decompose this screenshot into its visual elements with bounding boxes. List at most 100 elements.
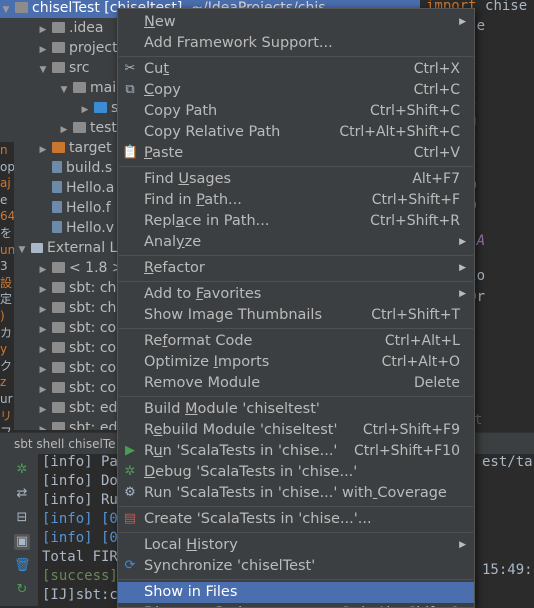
menu-item-new[interactable]: New ▶ — [118, 12, 474, 33]
gutter-glyph: z — [0, 375, 7, 390]
menu-item-find-usages[interactable]: Find Usages Alt+F7 — [118, 169, 474, 190]
menu-separator — [119, 166, 473, 167]
gutter-glyph: op — [0, 159, 14, 174]
chevron-right-icon[interactable]: ▶ — [37, 140, 49, 160]
chevron-down-icon[interactable]: ▼ — [0, 0, 12, 20]
console-line: [info] [0 — [42, 530, 118, 546]
menu-item-label: Add to Favorites — [144, 286, 262, 302]
menu-item-copy-relative-path[interactable]: Copy Relative Path Ctrl+Alt+Shift+C — [118, 122, 474, 143]
tree-item[interactable]: ▶ project — [37, 38, 118, 58]
chevron-down-icon[interactable]: ▼ — [58, 80, 70, 100]
tree-item[interactable]: ▼ External L — [16, 238, 118, 260]
tree-item[interactable]: ▶ sbt: co — [37, 378, 117, 400]
chevron-right-icon[interactable]: ▶ — [37, 420, 49, 430]
menu-separator — [119, 396, 473, 397]
menu-item-local-history[interactable]: Local History ▶ — [118, 535, 474, 556]
menu-item-optimize-imports[interactable]: Optimize Imports Ctrl+Alt+O — [118, 352, 474, 373]
gutter-glyph: e — [0, 192, 8, 207]
chevron-right-icon[interactable]: ▶ — [37, 340, 49, 360]
menu-item-copy[interactable]: ⧉ Copy Ctrl+C — [118, 80, 474, 101]
menu-item-shortcut: Ctrl+Shift+R — [370, 213, 460, 229]
tree-item-label: < 1.8 > — [69, 260, 124, 276]
menu-item-show-in-files[interactable]: Show in Files — [118, 582, 474, 603]
gutter-glyph: un — [0, 242, 14, 257]
tree-item[interactable]: ▶ test — [58, 118, 117, 138]
chevron-down-icon[interactable]: ▼ — [16, 240, 28, 260]
tree-item[interactable]: ▶ s — [79, 98, 119, 120]
tree-item[interactable]: ▼ src — [37, 58, 90, 80]
gutter-glyph: 定 — [0, 292, 13, 307]
chevron-right-icon[interactable]: ▶ — [79, 100, 91, 120]
console-toggle-icon[interactable]: ▣ — [14, 534, 30, 550]
menu-item-reformat-code[interactable]: Reformat Code Ctrl+Alt+L — [118, 331, 474, 352]
tree-item[interactable]: build.s — [37, 158, 112, 178]
tree-item-label: test — [90, 120, 117, 136]
menu-item-shortcut: Ctrl+Shift+T — [371, 307, 460, 323]
chevron-right-icon[interactable]: ▶ — [37, 20, 49, 40]
menu-item-add-to-favorites[interactable]: Add to Favorites ▶ — [118, 284, 474, 305]
tree-item[interactable]: ▶ target — [37, 138, 112, 158]
library-icon — [31, 243, 43, 253]
chevron-down-icon[interactable]: ▼ — [37, 60, 49, 80]
tree-item[interactable]: ▶ sbt: co — [37, 318, 117, 340]
sbt-shell-tab[interactable]: chiselTe — [68, 437, 115, 451]
tree-item[interactable]: ▶ < 1.8 > — [37, 258, 124, 278]
menu-item-label: Reformat Code — [144, 333, 253, 349]
tree-item[interactable]: ▶ sbt: co — [37, 358, 117, 380]
refresh-icon[interactable]: ⇄ — [14, 486, 30, 502]
gutter-glyph: 3 — [0, 259, 8, 274]
menu-item-analyze[interactable]: Analyze ▶ — [118, 232, 474, 253]
tree-item[interactable]: Hello.a — [37, 178, 114, 198]
restart-icon[interactable]: ↻ — [14, 582, 30, 598]
menu-item-refactor[interactable]: Refactor ▶ — [118, 258, 474, 279]
menu-item-create-scalatests-in-chise[interactable]: ▤ Create 'ScalaTests in 'chise...'... — [118, 509, 474, 530]
tree-item[interactable]: ▶ sbt: ed — [37, 398, 118, 420]
folder-icon — [52, 342, 65, 353]
chevron-right-icon[interactable]: ▶ — [37, 300, 49, 320]
submenu-arrow-icon: ▶ — [459, 237, 466, 247]
tree-item[interactable]: ▼ main — [58, 78, 125, 98]
menu-item-run-scalatests-in-chise[interactable]: ▶ Run 'ScalaTests in 'chise...' Ctrl+Shift… — [118, 441, 474, 462]
menu-item-rebuild-module-chiseltest[interactable]: Rebuild Module 'chiseltest' Ctrl+Shift+F9 — [118, 420, 474, 441]
menu-item-label: Optimize Imports — [144, 354, 270, 370]
gutter-glyph: ク — [0, 358, 13, 373]
tree-item[interactable]: ▶ sbt: ch — [37, 278, 117, 300]
tree-item[interactable]: Hello.v — [37, 218, 114, 238]
menu-item-show-image-thumbnails[interactable]: Show Image Thumbnails Ctrl+Shift+T — [118, 305, 474, 326]
tree-item[interactable]: ▶ .idea — [37, 18, 104, 40]
layout-icon[interactable]: ⊟ — [14, 510, 30, 526]
console-line: [info] [0 — [42, 511, 118, 527]
chevron-right-icon[interactable]: ▶ — [58, 120, 70, 140]
chevron-right-icon[interactable]: ▶ — [37, 320, 49, 340]
file-icon — [52, 161, 62, 173]
debug-icon[interactable]: ✲ — [14, 462, 30, 478]
menu-item-build-module-chiseltest[interactable]: Build Module 'chiseltest' — [118, 399, 474, 420]
chevron-right-icon[interactable]: ▶ — [37, 280, 49, 300]
menu-item-label: Debug 'ScalaTests in 'chise...' — [144, 464, 358, 480]
tree-item[interactable]: ▶ sbt: ed — [37, 418, 117, 430]
tree-item-label: build.s — [66, 160, 113, 176]
menu-item-copy-path[interactable]: Copy Path Ctrl+Shift+C — [118, 101, 474, 122]
tree-item[interactable]: ▶ sbt: co — [37, 338, 117, 360]
menu-item-label: Analyze — [144, 234, 202, 250]
chevron-right-icon[interactable]: ▶ — [37, 400, 49, 420]
tree-item[interactable]: Hello.f — [37, 198, 111, 218]
menu-item-run-scalatests-in-chise-with-coverage[interactable]: ⚙ Run 'ScalaTests in 'chise...' with Cove… — [118, 483, 474, 504]
chevron-right-icon[interactable]: ▶ — [37, 380, 49, 400]
tree-item[interactable]: ▶ sbt: ch — [37, 298, 117, 320]
trash-icon[interactable]: 🗑 — [14, 558, 31, 574]
menu-item-replace-in-path[interactable]: Replace in Path... Ctrl+Shift+R — [118, 211, 474, 232]
menu-item-paste[interactable]: 📋 Paste Ctrl+V — [118, 143, 474, 164]
copy-icon: ⧉ — [125, 82, 135, 97]
menu-item-synchronize-chiseltest[interactable]: ⟳ Synchronize 'chiselTest' — [118, 556, 474, 577]
sbt-shell-title[interactable]: sbt shell — [14, 437, 64, 451]
menu-item-find-in-path[interactable]: Find in Path... Ctrl+Shift+F — [118, 190, 474, 211]
menu-item-add-framework-support[interactable]: Add Framework Support... — [118, 33, 474, 54]
coverage-icon: ⚙ — [124, 485, 136, 500]
menu-item-remove-module[interactable]: Remove Module Delete — [118, 373, 474, 394]
chevron-right-icon[interactable]: ▶ — [37, 260, 49, 280]
menu-item-debug-scalatests-in-chise[interactable]: ✲ Debug 'ScalaTests in 'chise...' — [118, 462, 474, 483]
chevron-right-icon[interactable]: ▶ — [37, 360, 49, 380]
chevron-right-icon[interactable]: ▶ — [37, 40, 49, 60]
menu-item-cut[interactable]: ✂ Cut Ctrl+X — [118, 59, 474, 80]
